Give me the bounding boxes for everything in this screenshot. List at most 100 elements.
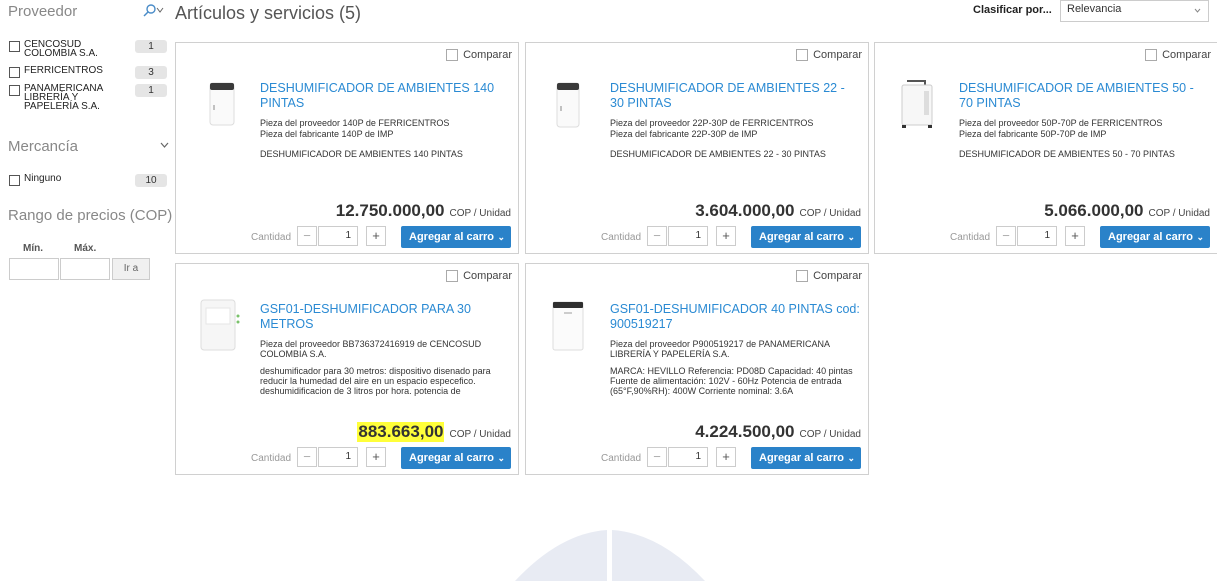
merch-heading[interactable]: Mercancía [8, 138, 78, 155]
compare-checkbox[interactable]: Comparar [1145, 49, 1211, 61]
min-label: Mín. [23, 243, 43, 254]
chevron-down-icon[interactable] [160, 140, 169, 151]
supplier-part: Pieza del proveedor BB736372416919 de CE… [260, 339, 482, 359]
product-image[interactable] [198, 73, 248, 135]
product-image[interactable] [198, 294, 248, 356]
quantity-minus-button[interactable]: − [996, 226, 1016, 246]
add-to-cart-button[interactable]: Agregar al carro ⌄ [401, 447, 511, 469]
quantity-minus-button[interactable]: − [647, 226, 667, 246]
price-heading: Rango de precios (COP) [8, 207, 173, 224]
quantity-label: Cantidad [950, 232, 991, 243]
product-title-link[interactable]: DESHUMIFICADOR DE AMBIENTES 22 - 30 PINT… [610, 81, 862, 111]
max-label: Máx. [74, 243, 97, 254]
add-to-cart-button[interactable]: Agregar al carro ⌄ [1100, 226, 1210, 248]
price: 883.663,00 [357, 422, 445, 442]
quantity-plus-button[interactable]: + [716, 447, 736, 467]
supplier-name: FERRICENTROS [24, 65, 103, 76]
price: 3.604.000,00 [695, 201, 795, 220]
compare-checkbox[interactable]: Comparar [796, 270, 862, 282]
chevron-down-icon: ⌄ [497, 453, 505, 463]
quantity-minus-button[interactable]: − [647, 447, 667, 467]
manufacturer-part: Pieza del fabricante 50P-70P de IMP [959, 129, 1107, 139]
add-to-cart-button[interactable]: Agregar al carro ⌄ [401, 226, 511, 248]
checkbox[interactable] [9, 41, 20, 52]
price: 4.224.500,00 [695, 422, 795, 441]
product-title-link[interactable]: DESHUMIFICADOR DE AMBIENTES 140 PINTAS [260, 81, 512, 111]
supplier-name: PANAMERICANA LIBRERÍA Y PAPELERÍA S.A. [24, 83, 103, 112]
min-price-input[interactable] [9, 258, 59, 280]
price-row: 12.750.000,00 COP / Unidad [336, 201, 511, 221]
checkbox[interactable] [9, 67, 20, 78]
price-unit: COP / Unidad [449, 208, 511, 219]
quantity-input[interactable]: 1 [318, 447, 358, 467]
quantity-input[interactable]: 1 [668, 226, 708, 246]
supplier-filter-panamericana[interactable]: PANAMERICANA LIBRERÍA Y PAPELERÍA S.A. 1 [9, 84, 167, 116]
sort-label: Clasificar por... [973, 4, 1052, 16]
quantity-label: Cantidad [251, 232, 292, 243]
product-description: DESHUMIFICADOR DE AMBIENTES 22 - 30 PINT… [610, 149, 826, 159]
quantity-input[interactable]: 1 [1017, 226, 1057, 246]
product-title-link[interactable]: GSF01-DESHUMIFICADOR PARA 30 METROS [260, 302, 512, 332]
merch-name: Ninguno [24, 173, 62, 184]
add-to-cart-button[interactable]: Agregar al carro ⌄ [751, 447, 861, 469]
product-card: Comparar GSF01-DESHUMIFICADOR PARA 30 ME… [175, 263, 519, 475]
quantity-plus-button[interactable]: + [716, 226, 736, 246]
checkbox[interactable] [9, 85, 20, 96]
compare-checkbox[interactable]: Comparar [446, 270, 512, 282]
supplier-part: Pieza del proveedor 50P-70P de FERRICENT… [959, 118, 1163, 128]
product-description: DESHUMIFICADOR DE AMBIENTES 140 PINTAS [260, 149, 463, 159]
supplier-part: Pieza del proveedor 22P-30P de FERRICENT… [610, 118, 814, 128]
quantity-plus-button[interactable]: + [366, 226, 386, 246]
quantity-plus-button[interactable]: + [1065, 226, 1085, 246]
product-title-link[interactable]: GSF01-DESHUMIFICADOR 40 PINTAS cod: 9005… [610, 302, 862, 332]
product-title-link[interactable]: DESHUMIFICADOR DE AMBIENTES 50 - 70 PINT… [959, 81, 1211, 111]
price-row: 5.066.000,00 COP / Unidad [1044, 201, 1210, 221]
count-badge: 3 [135, 66, 167, 79]
product-description: deshumificador para 30 metros: dispositi… [260, 366, 491, 396]
chevron-down-icon [1194, 5, 1201, 15]
manufacturer-part: Pieza del fabricante 140P de IMP [260, 129, 394, 139]
quantity-input[interactable]: 1 [668, 447, 708, 467]
checkbox[interactable] [9, 175, 20, 186]
price-go-button[interactable]: Ir a [112, 258, 150, 280]
product-card: Comparar DESHUMIFICADOR DE AMBIENTES 140… [175, 42, 519, 254]
product-image[interactable] [548, 73, 598, 135]
chevron-down-icon: ⌄ [497, 232, 505, 242]
compare-checkbox[interactable]: Comparar [446, 49, 512, 61]
price-row: 4.224.500,00 COP / Unidad [695, 422, 861, 442]
count-badge: 1 [135, 84, 167, 97]
quantity-label: Cantidad [251, 453, 292, 464]
product-image[interactable] [897, 73, 947, 135]
compare-checkbox[interactable]: Comparar [796, 49, 862, 61]
supplier-filter-ferricentros[interactable]: FERRICENTROS 3 [9, 66, 167, 80]
manufacturer-part: Pieza del fabricante 22P-30P de IMP [610, 129, 758, 139]
max-price-input[interactable] [60, 258, 110, 280]
search-icon[interactable] [143, 4, 165, 21]
page-title: Artículos y servicios (5) [175, 3, 362, 23]
supplier-part: Pieza del proveedor 140P de FERRICENTROS [260, 118, 450, 128]
quantity-label: Cantidad [601, 232, 642, 243]
product-image[interactable] [548, 294, 598, 356]
quantity-minus-button[interactable]: − [297, 447, 317, 467]
product-description: MARCA: HEVILLO Referencia: PD08D Capacid… [610, 366, 853, 396]
quantity-minus-button[interactable]: − [297, 226, 317, 246]
add-to-cart-button[interactable]: Agregar al carro ⌄ [751, 226, 861, 248]
count-badge: 1 [135, 40, 167, 53]
quantity-plus-button[interactable]: + [366, 447, 386, 467]
merch-filter-none[interactable]: Ninguno 10 [9, 174, 167, 188]
quantity-label: Cantidad [601, 453, 642, 464]
count-badge: 10 [135, 174, 167, 187]
supplier-heading: Proveedor [8, 3, 78, 20]
sort-select[interactable]: Relevancia [1060, 0, 1209, 22]
price-unit: COP / Unidad [1148, 208, 1210, 219]
supplier-filter-cencosud[interactable]: CENCOSUD COLOMBIA S.A. 1 [9, 40, 167, 62]
product-card: Comparar DESHUMIFICADOR DE AMBIENTES 50 … [874, 42, 1217, 254]
chevron-down-icon: ⌄ [847, 453, 855, 463]
background-logo-shape [515, 530, 705, 581]
price-unit: COP / Unidad [449, 429, 511, 440]
sort-value: Relevancia [1067, 3, 1122, 15]
price: 5.066.000,00 [1044, 201, 1144, 220]
quantity-input[interactable]: 1 [318, 226, 358, 246]
product-description: DESHUMIFICADOR DE AMBIENTES 50 - 70 PINT… [959, 149, 1175, 159]
price-unit: COP / Unidad [799, 208, 861, 219]
